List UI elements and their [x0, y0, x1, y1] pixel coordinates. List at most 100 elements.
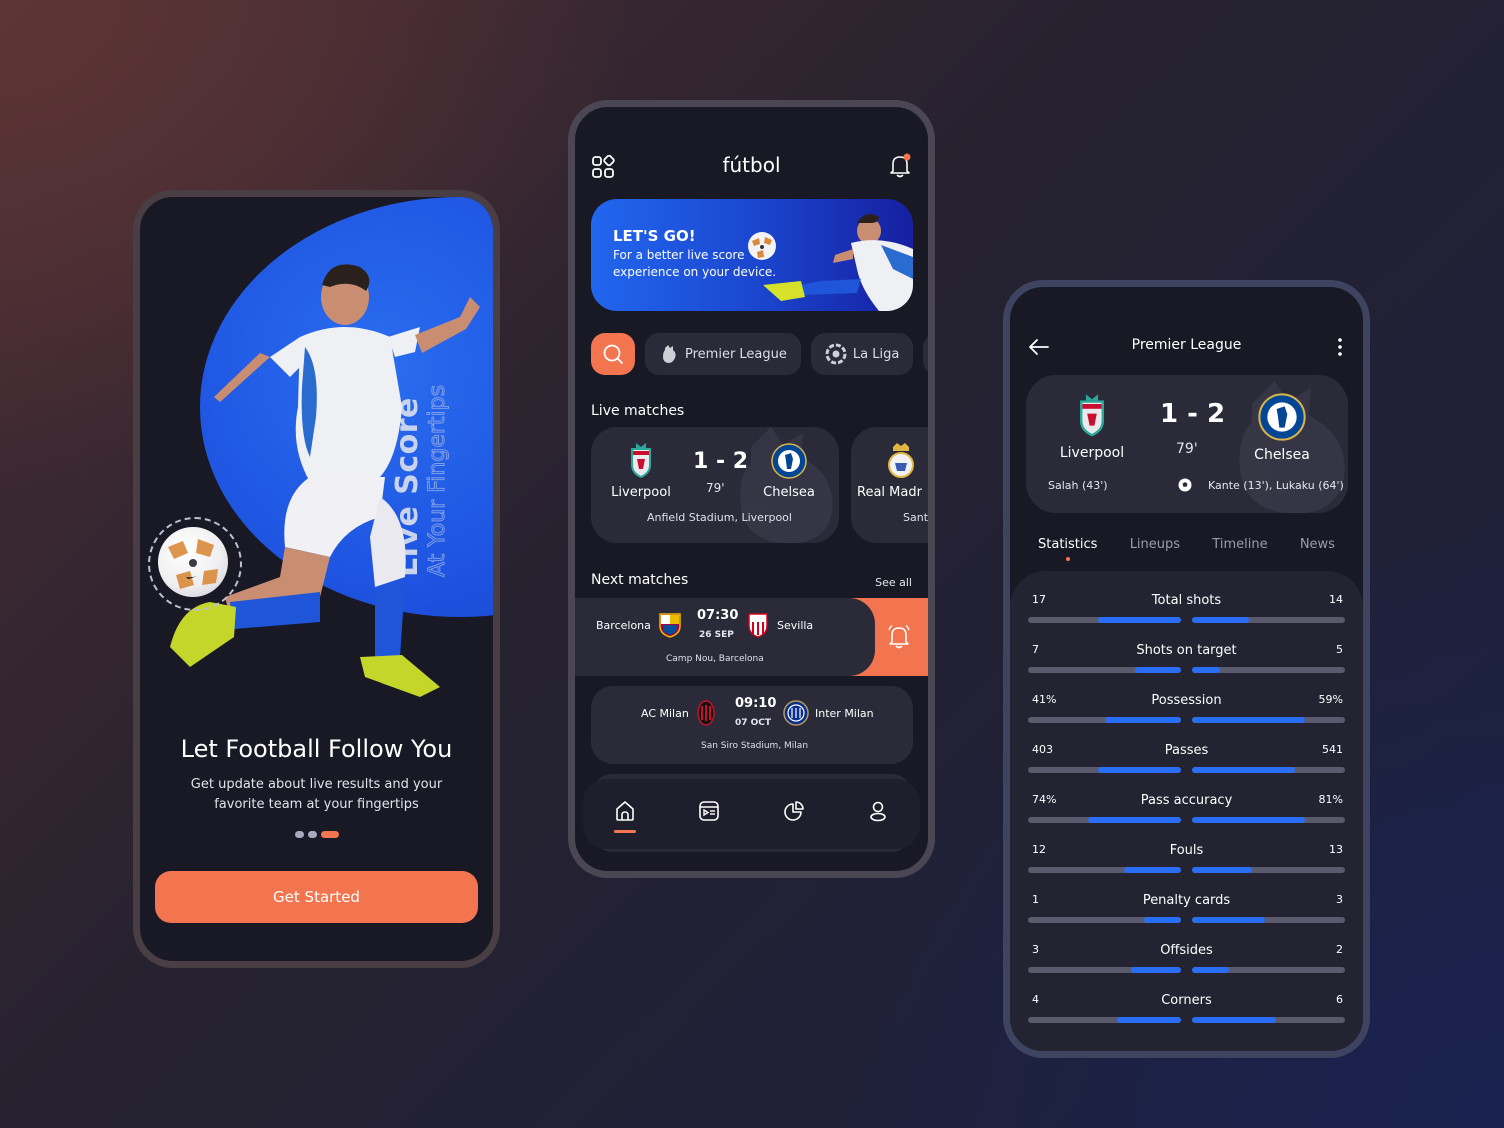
tab-news[interactable]: News [1300, 537, 1335, 552]
away-team-name: Chelsea [1254, 447, 1310, 463]
home-team-name: Liverpool [611, 485, 671, 500]
more-vertical-icon[interactable] [1335, 336, 1345, 358]
page-indicator [140, 831, 493, 838]
match-date: 26 SEP [699, 630, 734, 640]
home-team: Real Madr [857, 443, 928, 500]
home-stat-bar [1028, 967, 1181, 973]
home-stat-bar [1028, 867, 1181, 873]
stat-label: Pass accuracy [1140, 793, 1233, 808]
football-icon [158, 527, 228, 597]
home-stat-bar [1028, 717, 1181, 723]
away-stat-bar-fill [1192, 717, 1306, 723]
home-stat-bar [1028, 617, 1181, 623]
tab-stats[interactable] [774, 791, 814, 831]
match-minute: 79' [1176, 441, 1198, 457]
match-date: 07 OCT [735, 718, 772, 728]
set-reminder-bell-icon[interactable] [887, 624, 911, 650]
stat-row: 403 Passes 541 [1028, 743, 1345, 793]
away-team-name: Chelsea [763, 485, 815, 500]
stat-label: Fouls [1169, 843, 1204, 858]
away-stat-bar-fill [1192, 617, 1249, 623]
stat-label: Possession [1151, 693, 1222, 708]
page-dot[interactable] [307, 831, 317, 838]
next-match-row-swiped[interactable]: Barcelona 07:30 26 SEP Sevilla Camp Nou,… [575, 598, 928, 676]
away-team-name: Inter Milan [815, 707, 874, 720]
search-button[interactable] [591, 333, 635, 375]
notification-dot [903, 153, 911, 161]
tab-timeline[interactable]: Timeline [1212, 537, 1267, 552]
bottom-tab-bar [583, 779, 920, 849]
away-scorers: Kante (13'), Lukaku (64') [1208, 479, 1344, 492]
live-score: 1 - 2 [693, 449, 749, 474]
get-started-button[interactable]: Get Started [155, 871, 478, 923]
next-match-card[interactable]: Barcelona 07:30 26 SEP Sevilla Camp Nou,… [575, 598, 875, 676]
tab-matches[interactable] [689, 791, 729, 831]
away-stat-bar-fill [1192, 967, 1229, 973]
promo-banner[interactable]: LET'S GO! For a better live score experi… [591, 199, 913, 311]
chelsea-crest-icon [771, 443, 807, 479]
away-stat-bar [1192, 767, 1345, 773]
away-stat-value: 81% [1318, 793, 1343, 806]
home-stat-bar-fill [1144, 917, 1181, 923]
stat-row: 41% Possession 59% [1028, 693, 1345, 743]
home-stat-bar-fill [1087, 817, 1181, 823]
ac-milan-crest-icon [697, 700, 715, 726]
away-stat-bar-fill [1192, 667, 1220, 673]
match-details-phone: Premier League Liverpool 1 - 2 79' Chels… [1003, 280, 1370, 1058]
match-score: 1 - 2 [1160, 399, 1226, 429]
away-stat-bar-fill [1192, 767, 1295, 773]
home-phone: fútbol LET'S GO! For a better live score… [568, 100, 935, 878]
match-venue: San Siro Stadium, Milan [701, 741, 809, 751]
tab-statistics[interactable]: Statistics [1038, 537, 1097, 561]
liverpool-crest-icon [631, 443, 651, 479]
league-chip-premier-league[interactable]: Premier League [645, 333, 801, 375]
away-stat-bar [1192, 667, 1345, 673]
away-stat-bar [1192, 617, 1345, 623]
away-team: Chelsea [747, 443, 831, 500]
away-stat-bar [1192, 867, 1345, 873]
live-match-card[interactable]: Liverpool 1 - 2 79' Chelsea Anfield Stad… [591, 427, 839, 543]
match-venue: Camp Nou, Barcelona [666, 654, 764, 664]
away-stat-bar [1192, 1017, 1345, 1023]
away-stat-value: 2 [1336, 943, 1343, 956]
bell-icon[interactable] [888, 153, 912, 179]
tab-lineups[interactable]: Lineups [1130, 537, 1180, 552]
home-stat-bar-fill [1124, 867, 1181, 873]
home-stat-bar-fill [1135, 667, 1181, 673]
home-team-name: Liverpool [1059, 445, 1125, 461]
video-card-icon [699, 801, 720, 821]
match-venue: Anfield Stadium, Liverpool [647, 511, 792, 524]
pie-chart-icon [783, 801, 804, 821]
home-stat-bar [1028, 667, 1181, 673]
stat-row: 3 Offsides 2 [1028, 943, 1345, 993]
next-match-card[interactable]: AC Milan 09:10 07 OCT Inter Milan San Si… [591, 686, 913, 764]
tab-profile[interactable] [858, 791, 898, 831]
statistics-panel: 17 Total shots 14 7 Shots on target 5 41% Posse… [1010, 571, 1363, 1051]
league-title: Premier League [1131, 337, 1242, 353]
live-matches-title: Live matches [591, 403, 685, 419]
page-dot[interactable] [294, 831, 304, 838]
league-filter-bar: Premier League La Liga [591, 333, 928, 375]
match-header: Premier League [1010, 333, 1363, 363]
stat-label: Total shots [1151, 593, 1222, 608]
football-player-image [170, 264, 480, 697]
see-all-link[interactable]: See all [875, 576, 912, 589]
away-stat-bar [1192, 917, 1345, 923]
barcelona-crest-icon [659, 613, 681, 638]
home-stat-bar-fill [1098, 767, 1181, 773]
home-stat-bar-fill [1130, 967, 1181, 973]
next-matches-title: Next matches [591, 572, 689, 588]
page-dot-active[interactable] [320, 831, 339, 838]
away-stat-value: 6 [1336, 993, 1343, 1006]
search-icon [603, 344, 623, 364]
league-chip-la-liga[interactable]: La Liga [810, 333, 914, 375]
tab-home[interactable] [605, 791, 645, 833]
league-chip-ligue1[interactable] [923, 333, 928, 375]
home-scorers: Salah (43') [1048, 479, 1108, 492]
away-stat-value: 14 [1329, 593, 1343, 606]
live-match-card[interactable]: Real Madr Sant [851, 427, 928, 543]
sevilla-crest-icon [748, 613, 768, 638]
away-stat-value: 59% [1318, 693, 1343, 706]
away-stat-value: 5 [1336, 643, 1343, 656]
away-stat-bar [1192, 967, 1345, 973]
